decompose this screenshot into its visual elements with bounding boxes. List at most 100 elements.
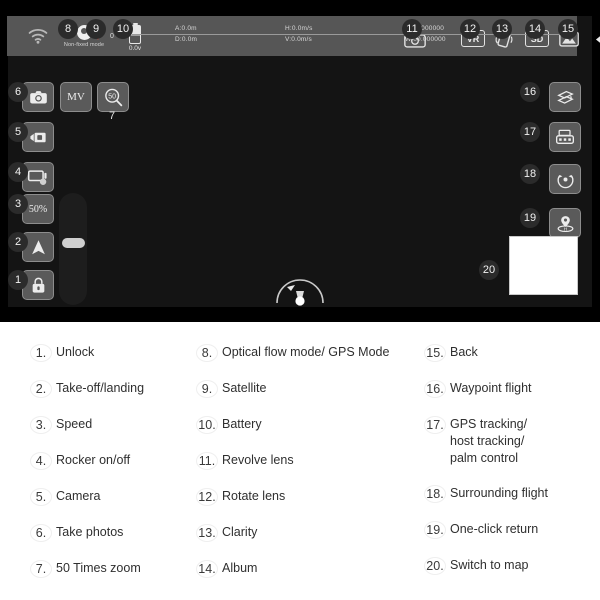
legend-item-label: Back <box>450 345 478 359</box>
waypoint-icon <box>556 90 574 104</box>
legend-item-label: Take photos <box>56 525 124 539</box>
legend-item-number: 13. <box>196 524 218 542</box>
badge-20: 20 <box>479 260 499 280</box>
legend-item-number: 14. <box>196 560 218 578</box>
surrounding-flight-button[interactable] <box>549 164 581 194</box>
legend-item-label: Satellite <box>222 381 267 395</box>
badge-16: 16 <box>520 82 540 102</box>
legend-item-label: Album <box>222 561 258 575</box>
throttle-slider-knob[interactable] <box>61 238 85 248</box>
legend-item-number: 2. <box>30 380 52 398</box>
legend-item: 2. Take-off/landing <box>30 380 195 398</box>
legend-item: 16. Waypoint flight <box>424 380 594 398</box>
legend-item-number: 8. <box>196 344 218 362</box>
telemetry-altitude: A:0.0m <box>175 25 197 32</box>
legend-item-number: 10. <box>196 416 218 434</box>
badge-9: 9 <box>86 19 106 39</box>
leader-line-row2 <box>412 34 572 35</box>
magnifier-50-icon: 50 <box>104 88 122 106</box>
legend-column-1: 1. Unlock 2. Take-off/landing 3. Speed 4. Rocke… <box>30 344 195 596</box>
legend-item: 11. Revolve lens <box>196 452 421 470</box>
switch-to-map-thumbnail[interactable] <box>509 236 578 295</box>
lock-icon <box>32 277 44 293</box>
legend-item-label: Rocker on/off <box>56 453 131 467</box>
one-click-return-button[interactable]: H <box>549 208 581 238</box>
legend-item: 8. Optical flow mode/ GPS Mode <box>196 344 421 362</box>
legend-item-number: 6. <box>30 524 52 542</box>
telemetry-distance: D:0.0m <box>175 36 198 43</box>
legend-item-label: Revolve lens <box>222 453 294 467</box>
legend-item: 5. Camera <box>30 488 195 506</box>
legend-item-label: 50 Times zoom <box>56 561 141 575</box>
legend-item: 1. Unlock <box>30 344 195 362</box>
camera-icon <box>29 90 47 103</box>
throttle-slider-track[interactable] <box>59 193 87 305</box>
zoom-number-label: 7 <box>108 110 116 122</box>
legend-item-label: One-click return <box>450 522 539 536</box>
legend-item-label: GPS tracking/ host tracking/ palm contro… <box>450 417 528 465</box>
badge-12: 12 <box>460 19 480 39</box>
badge-5: 5 <box>8 122 28 142</box>
wifi-icon <box>27 28 49 44</box>
legend-item-number: 3. <box>30 416 52 434</box>
svg-text:50: 50 <box>108 93 116 100</box>
badge-1: 1 <box>8 270 28 290</box>
mv-button[interactable]: MV <box>60 82 92 112</box>
gps-tracking-button[interactable] <box>549 122 581 152</box>
legend-item-label: Take-off/landing <box>56 381 145 395</box>
flight-mode-label: Non-fixed mode <box>63 42 105 48</box>
legend-item: 3. Speed <box>30 416 195 434</box>
legend-item-number: 12. <box>196 488 218 506</box>
legend-item-label: Switch to map <box>450 558 529 572</box>
drone-app-frame: Non-fixed mode 0 0.0v A:0.0m D:0.0m H:0.… <box>0 0 600 322</box>
legend-item-label: Battery <box>222 417 262 431</box>
legend-item: 19. One-click return <box>424 521 594 539</box>
badge-11: 11 <box>402 19 422 39</box>
rocker-icon <box>27 169 47 185</box>
orbit-icon <box>556 174 574 188</box>
legend-item: 17. GPS tracking/ host tracking/ palm con… <box>424 416 594 467</box>
mv-label: MV <box>67 91 85 103</box>
legend-item: 7. 50 Times zoom <box>30 560 195 578</box>
legend-item: 10. Battery <box>196 416 421 434</box>
video-camera-icon <box>29 132 46 142</box>
speed-value: 50% <box>28 203 48 215</box>
remote-controller-icon <box>556 129 574 144</box>
legend-item-label: Speed <box>56 417 93 431</box>
attitude-compass-indicator <box>272 265 328 307</box>
legend-item-label: Unlock <box>56 345 95 359</box>
legend-item-number: 5. <box>30 488 52 506</box>
legend-item: 12. Rotate lens <box>196 488 421 506</box>
battery-voltage: 0.0v <box>128 45 142 52</box>
legend-item-label: Camera <box>56 489 101 503</box>
badge-14: 14 <box>525 19 545 39</box>
badge-8: 8 <box>58 19 78 39</box>
back-arrow-icon[interactable] <box>593 30 600 48</box>
legend-item-number: 20. <box>424 557 446 575</box>
badge-4: 4 <box>8 162 28 182</box>
legend-item: 15. Back <box>424 344 594 362</box>
telemetry-hspeed: H:0.0m/s <box>285 25 313 32</box>
badge-15: 15 <box>558 19 578 39</box>
badge-3: 3 <box>8 194 28 214</box>
drone-video-screen[interactable] <box>8 16 592 307</box>
legend-item: 9. Satellite <box>196 380 421 398</box>
legend-item-label: Optical flow mode/ GPS Mode <box>222 345 390 359</box>
leader-line-row <box>132 34 412 35</box>
legend-item-number: 7. <box>30 560 52 578</box>
zoom-50x-button[interactable]: 50 <box>97 82 129 112</box>
legend-item-label: Rotate lens <box>222 489 286 503</box>
legend-item-number: 16. <box>424 380 446 398</box>
legend-item-label: Surrounding flight <box>450 486 548 500</box>
legend-item-number: 9. <box>196 380 218 398</box>
badge-17: 17 <box>520 122 540 142</box>
legend-item-label: Clarity <box>222 525 258 539</box>
badge-18: 18 <box>520 164 540 184</box>
arrow-up-icon <box>31 239 45 254</box>
legend-item: 6. Take photos <box>30 524 195 542</box>
legend-item-number: 19. <box>424 521 446 539</box>
legend-item-number: 4. <box>30 452 52 470</box>
legend-item: 14. Album <box>196 560 421 578</box>
svg-text:H: H <box>563 226 567 232</box>
waypoint-flight-button[interactable] <box>549 82 581 112</box>
